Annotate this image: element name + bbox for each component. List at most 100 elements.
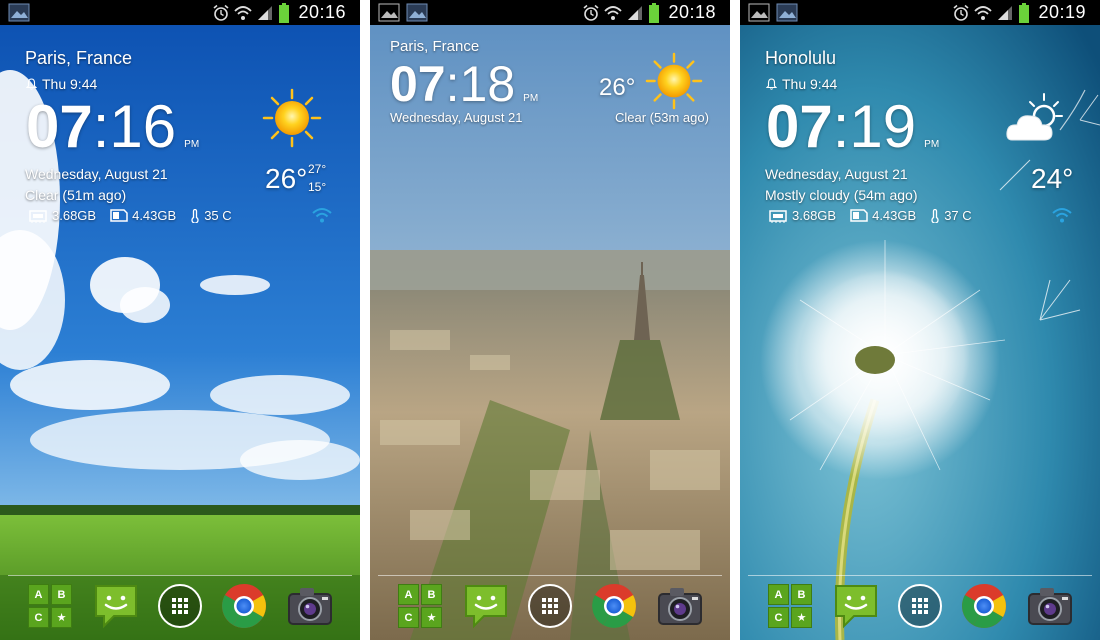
sd-card-icon — [850, 209, 868, 222]
dock: A B C ★ — [740, 582, 1100, 636]
date-label[interactable]: Wednesday, August 21 — [390, 110, 523, 125]
clock[interactable]: 07 : 16 PM — [26, 92, 199, 161]
apps-tile-icon[interactable]: A B C ★ — [396, 582, 444, 630]
city-name[interactable]: Paris, France — [25, 48, 132, 69]
bell-icon — [766, 78, 777, 90]
signal-icon — [998, 5, 1012, 20]
apps-tile-c: C — [28, 607, 49, 628]
wifi-status-icon — [312, 208, 332, 223]
dock-divider — [378, 575, 722, 576]
city-name[interactable]: Paris, France — [390, 38, 479, 55]
camera-icon[interactable] — [656, 582, 704, 630]
thermometer-icon — [191, 208, 199, 223]
dock-divider — [8, 575, 352, 576]
memory-chip-icon — [29, 209, 47, 223]
dock: A B C ★ — [0, 582, 360, 636]
weather-condition: Mostly cloudy (54m ago) — [765, 187, 918, 203]
dock-divider — [748, 575, 1092, 576]
temp-stat: 37 C — [930, 208, 972, 223]
next-alarm[interactable]: Thu 9:44 — [26, 76, 97, 92]
clock-ampm: PM — [523, 93, 539, 104]
wifi-status-icon — [1052, 208, 1072, 223]
phone-screen-3: 20:19 Honolulu Thu 9:44 07 : 19 PM Wedne… — [740, 0, 1100, 640]
apps-tile-star: ★ — [791, 607, 812, 628]
apps-tile-a: A — [768, 584, 789, 605]
apps-tile-b: B — [421, 584, 442, 605]
messaging-icon[interactable] — [832, 582, 880, 630]
current-temperature[interactable]: 26° — [599, 74, 635, 102]
alarm-time: Thu 9:44 — [42, 76, 98, 92]
clock-ampm: PM — [184, 139, 200, 150]
clock-hours: 07 — [766, 93, 833, 160]
signal-icon — [628, 5, 642, 20]
weather-condition: Clear (53m ago) — [615, 110, 709, 125]
battery-icon — [279, 2, 289, 23]
ram-value: 3.68GB — [792, 208, 837, 223]
chrome-icon[interactable] — [220, 582, 268, 630]
next-alarm[interactable]: Thu 9:44 — [766, 76, 837, 92]
apps-tile-icon[interactable]: A B C ★ — [766, 582, 814, 630]
sun-icon[interactable] — [645, 52, 703, 110]
wifi-icon — [234, 5, 252, 20]
screen-icon — [776, 3, 798, 22]
messaging-icon[interactable] — [462, 582, 510, 630]
date-label[interactable]: Wednesday, August 21 — [25, 166, 168, 182]
apps-tile-icon[interactable]: A B C ★ — [26, 582, 74, 630]
apps-tile-a: A — [28, 584, 49, 605]
phone-screen-2: 20:18 Paris, France 07 : 18 PM Wednesday… — [370, 0, 730, 640]
current-temperature[interactable]: 26° — [265, 163, 307, 195]
apps-tile-c: C — [398, 607, 419, 628]
alarm-icon — [953, 4, 969, 21]
temp-stat: 35 C — [190, 208, 232, 223]
dock: A B C ★ — [370, 582, 730, 636]
camera-icon[interactable] — [286, 582, 334, 630]
app-drawer-icon[interactable] — [526, 582, 574, 630]
screen-icon — [406, 3, 428, 22]
clock[interactable]: 07 : 19 PM — [766, 92, 939, 161]
messaging-icon[interactable] — [92, 582, 140, 630]
alarm-icon — [583, 4, 599, 21]
clock-ampm: PM — [924, 139, 940, 150]
weather-condition: Clear (51m ago) — [25, 187, 127, 203]
sd-card-icon — [110, 209, 128, 222]
thermometer-icon — [931, 208, 939, 223]
storage-value: 4.43GB — [132, 208, 177, 223]
date-label[interactable]: Wednesday, August 21 — [765, 166, 908, 182]
status-time: 20:18 — [668, 2, 716, 22]
status-time: 20:16 — [298, 2, 346, 22]
ram-stat: 3.68GB — [768, 208, 836, 223]
device-temp-value: 35 C — [204, 208, 232, 223]
ram-stat: 3.68GB — [28, 208, 96, 223]
device-temp-value: 37 C — [944, 208, 972, 223]
clock[interactable]: 07 : 18 PM — [390, 55, 538, 113]
wifi-icon — [604, 5, 622, 20]
apps-tile-star: ★ — [51, 607, 72, 628]
battery-icon — [649, 2, 659, 23]
chrome-icon[interactable] — [590, 582, 638, 630]
clock-separator: : — [445, 56, 460, 112]
high-low: 27° 15° — [308, 160, 326, 196]
apps-tile-b: B — [791, 584, 812, 605]
chrome-icon[interactable] — [960, 582, 1008, 630]
wifi-icon — [974, 5, 992, 20]
app-drawer-icon[interactable] — [896, 582, 944, 630]
storage-stat: 4.43GB — [850, 208, 916, 223]
city-name[interactable]: Honolulu — [765, 48, 836, 69]
image-icon — [8, 3, 30, 22]
status-time: 20:19 — [1038, 2, 1086, 22]
signal-icon — [258, 5, 272, 20]
memory-chip-icon — [769, 209, 787, 223]
clock-separator: : — [92, 93, 110, 160]
camera-icon[interactable] — [1026, 582, 1074, 630]
sun-icon[interactable] — [262, 88, 322, 148]
clock-minutes: 18 — [459, 56, 516, 112]
partly-cloudy-icon[interactable] — [1004, 88, 1074, 148]
system-stats: 3.68GB 4.43GB 37 C — [768, 208, 980, 223]
alarm-time: Thu 9:44 — [782, 76, 838, 92]
clock-hours: 07 — [390, 56, 446, 112]
current-temperature[interactable]: 24° — [1031, 163, 1073, 195]
clock-minutes: 16 — [109, 93, 177, 160]
app-drawer-icon[interactable] — [156, 582, 204, 630]
bell-icon — [26, 78, 37, 90]
battery-icon — [1019, 2, 1029, 23]
